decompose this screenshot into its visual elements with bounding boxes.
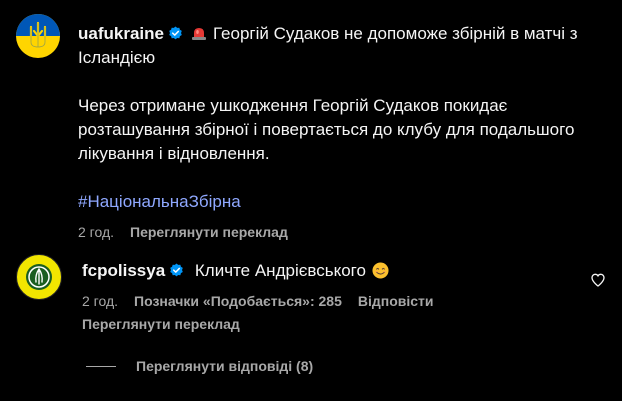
view-replies-button[interactable]: Переглянути відповіді (8)	[86, 358, 313, 374]
comment-time[interactable]: 2 год.	[82, 293, 118, 309]
trident-logo-icon	[29, 21, 47, 49]
comment-meta: 2 год. Позначки «Подобається»: 285 Відпо…	[82, 293, 608, 309]
verified-badge-icon	[170, 263, 183, 277]
comment-text: Кличте Андрієвського	[194, 261, 366, 280]
post-header: uafukraine Георгій Судаков не допоможе з…	[78, 22, 608, 70]
comment-likes-link[interactable]: Позначки «Подобається»: 285	[134, 293, 342, 309]
heart-outline-icon[interactable]	[590, 272, 606, 288]
view-replies-label: Переглянути відповіді (8)	[136, 358, 314, 374]
post-translate-link[interactable]: Переглянути переклад	[130, 224, 288, 240]
reply-button[interactable]: Відповісти	[358, 293, 434, 309]
smiling-face-emoji-icon	[372, 262, 389, 279]
comment-username[interactable]: fcpolissya	[82, 261, 165, 280]
uafukraine-avatar[interactable]	[16, 14, 60, 58]
comment-content: fcpolissya Кличте Андрієвського 2 год. П…	[82, 254, 608, 332]
verified-badge-icon	[169, 26, 182, 40]
comment-translate-link[interactable]: Переглянути переклад	[82, 316, 608, 332]
siren-icon	[191, 28, 206, 40]
post-username[interactable]: uafukraine	[78, 24, 164, 43]
post-meta: 2 год. Переглянути переклад	[78, 224, 608, 240]
post-content: uafukraine Георгій Судаков не допоможе з…	[78, 14, 608, 240]
comment-header: fcpolissya Кличте Андрієвського	[82, 259, 608, 283]
post-time[interactable]: 2 год.	[78, 224, 114, 240]
post: uafukraine Георгій Судаков не допоможе з…	[16, 14, 608, 240]
post-hashtag[interactable]: #НаціональнаЗбірна	[78, 190, 608, 214]
polissya-logo-icon	[26, 264, 52, 290]
replies-divider	[86, 365, 116, 367]
post-body: Через отримане ушкодження Георгій Судако…	[78, 96, 575, 163]
comment: fcpolissya Кличте Андрієвського 2 год. П…	[16, 254, 608, 332]
fcpolissya-avatar[interactable]	[16, 254, 62, 300]
